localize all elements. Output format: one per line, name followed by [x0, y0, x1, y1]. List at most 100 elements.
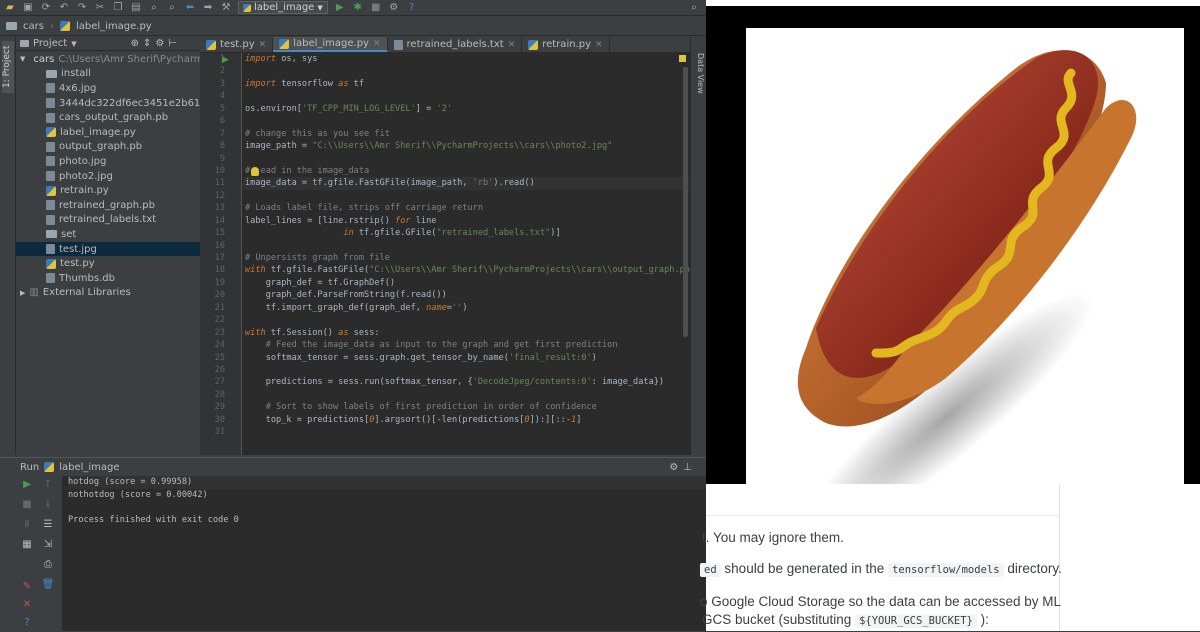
- soft-wrap-icon[interactable]: ☰: [42, 518, 54, 530]
- pin-icon[interactable]: ✎: [21, 580, 33, 592]
- restore-layout-icon[interactable]: ▦: [21, 538, 33, 550]
- paste-icon[interactable]: ▤: [130, 2, 142, 14]
- editor-tab-label: label_image.py: [293, 38, 369, 49]
- find-icon[interactable]: ⌕: [148, 2, 160, 14]
- close-tab-icon[interactable]: ✕: [373, 39, 381, 49]
- copy-icon[interactable]: ❐: [112, 2, 124, 14]
- build-icon[interactable]: ⚒: [220, 2, 232, 14]
- code-line: predictions = sess.run(softmax_tensor, {…: [243, 376, 690, 388]
- pause-icon[interactable]: Ⅱ: [21, 518, 33, 530]
- redo-icon[interactable]: ↷: [76, 2, 88, 14]
- tree-item[interactable]: Thumbs.db: [16, 271, 200, 286]
- stop-icon[interactable]: ■: [370, 2, 382, 14]
- help-icon[interactable]: ?: [21, 616, 33, 628]
- close-tab-icon[interactable]: ✕: [508, 40, 516, 50]
- replace-icon[interactable]: ⌕: [166, 2, 178, 14]
- lightbulb-icon[interactable]: [251, 167, 259, 176]
- hide-icon[interactable]: ⊢: [168, 38, 177, 49]
- close-tab-icon[interactable]: ✕: [259, 40, 267, 50]
- expand-arrow-icon[interactable]: ▼: [20, 55, 25, 63]
- trash-icon[interactable]: 🗑: [42, 578, 55, 590]
- search-everywhere-icon[interactable]: ⌕: [688, 2, 700, 14]
- code-token: os.environ[: [245, 103, 302, 114]
- rerun-icon[interactable]: ▶: [21, 478, 33, 490]
- tree-item[interactable]: retrained_graph.pb: [16, 198, 200, 213]
- gear-icon[interactable]: ⚙: [155, 38, 164, 49]
- tree-external-libraries[interactable]: ▶ ▥ External Libraries: [16, 286, 200, 301]
- chevron-down-icon[interactable]: ▼: [71, 40, 76, 48]
- code-token: 'final_result:0': [508, 352, 592, 363]
- project-tool-tab[interactable]: 1: Project: [2, 41, 14, 93]
- code-editor: test.py ✕ label_image.py ✕ retrained_labels.…: [200, 37, 690, 455]
- expand-arrow-icon[interactable]: ▶: [20, 289, 25, 297]
- warning-marker[interactable]: [679, 55, 686, 62]
- project-panel-title[interactable]: Project: [33, 38, 67, 49]
- editor-tab[interactable]: retrain.py ✕: [522, 37, 610, 52]
- root-path: C:\Users\Amr Sherif\PycharmProj: [58, 53, 200, 65]
- line-number: 26: [214, 364, 225, 375]
- save-icon[interactable]: ▣: [22, 2, 34, 14]
- back-icon[interactable]: ⬅: [184, 2, 196, 14]
- breadcrumb-file[interactable]: label_image.py: [76, 21, 152, 32]
- tree-item[interactable]: 4x6.jpg: [16, 81, 200, 96]
- tree-item-label: 3444dc322df6ec3451e2b61a.jpg.jpg: [59, 97, 200, 109]
- debug-icon[interactable]: ✱: [352, 2, 364, 14]
- scroll-up-icon[interactable]: ↑: [42, 478, 54, 490]
- code-token: # Feed the image_data as input to the gr…: [245, 340, 618, 351]
- code-token: with: [245, 265, 266, 276]
- tree-root[interactable]: ▼ cars C:\Users\Amr Sherif\PycharmProj: [16, 52, 200, 67]
- tree-item[interactable]: retrained_labels.txt: [16, 213, 200, 228]
- close-tab-icon[interactable]: ✕: [595, 40, 603, 50]
- tree-item-label: retrain.py: [60, 185, 109, 197]
- tree-item[interactable]: retrain.py: [16, 183, 200, 198]
- code-line: with tf.gfile.FastGFile("C:\\Users\\Amr …: [243, 264, 690, 276]
- run-config-select[interactable]: label_image ▼: [238, 1, 328, 14]
- sync-icon[interactable]: ⟳: [40, 2, 52, 14]
- settings-icon[interactable]: ⚙: [388, 2, 400, 14]
- code-line: graph_def = tf.GraphDef(): [243, 277, 690, 289]
- line-number: 2: [219, 66, 225, 77]
- stop-icon[interactable]: ■: [21, 498, 33, 510]
- code-token: import: [245, 78, 277, 89]
- scroll-down-icon[interactable]: ↓: [42, 498, 54, 510]
- undo-icon[interactable]: ↶: [58, 2, 70, 14]
- tree-item[interactable]: photo.jpg: [16, 154, 200, 169]
- print-icon[interactable]: ⎙: [42, 558, 54, 570]
- tree-item[interactable]: cars_output_graph.pb: [16, 110, 200, 125]
- data-view-tab[interactable]: Data View: [693, 43, 705, 103]
- console-output[interactable]: hotdog (score = 0.99958) nothotdog (score…: [62, 476, 706, 632]
- tree-item[interactable]: set: [16, 227, 200, 242]
- minimize-icon[interactable]: ⊥: [683, 462, 692, 473]
- editor-tab[interactable]: retrained_labels.txt ✕: [388, 37, 523, 52]
- gear-icon[interactable]: ⚙: [669, 462, 678, 473]
- breadcrumb-project[interactable]: cars: [23, 21, 44, 32]
- help-icon[interactable]: ?: [406, 2, 418, 14]
- code-area[interactable]: import os, sys import tensorflow as tf o…: [243, 53, 690, 455]
- cut-icon[interactable]: ✂: [94, 2, 106, 14]
- editor-tab[interactable]: test.py ✕: [200, 37, 274, 52]
- close-icon[interactable]: ✕: [21, 598, 33, 610]
- doc-p4-end: ):: [980, 612, 989, 627]
- editor-scrollbar[interactable]: [683, 67, 688, 337]
- collapse-icon[interactable]: ⇕: [143, 38, 151, 49]
- tree-item[interactable]: install: [16, 67, 200, 82]
- file-icon: [46, 244, 55, 255]
- line-number: 22: [214, 315, 225, 326]
- export-icon[interactable]: ⇲: [42, 538, 54, 550]
- editor-tab[interactable]: label_image.py ✕: [273, 37, 388, 52]
- folder-icon: [46, 230, 57, 239]
- run-gutter-icon[interactable]: ▶: [222, 55, 229, 65]
- forward-icon[interactable]: ➡: [202, 2, 214, 14]
- tree-item[interactable]: 3444dc322df6ec3451e2b61a.jpg.jpg: [16, 96, 200, 111]
- code-token: ): [591, 352, 597, 363]
- tree-item[interactable]: output_graph.pb: [16, 140, 200, 155]
- tree-item[interactable]: label_image.py: [16, 125, 200, 140]
- open-folder-icon[interactable]: ▰: [4, 2, 16, 14]
- tree-item[interactable]: test.jpg: [16, 241, 200, 257]
- tree-item[interactable]: test.py: [16, 256, 200, 271]
- run-panel-header: Run label_image ⚙ ⊥: [0, 458, 706, 476]
- target-icon[interactable]: ⊕: [131, 38, 139, 49]
- run-icon[interactable]: ▶: [334, 2, 346, 14]
- tree-item[interactable]: photo2.jpg: [16, 169, 200, 184]
